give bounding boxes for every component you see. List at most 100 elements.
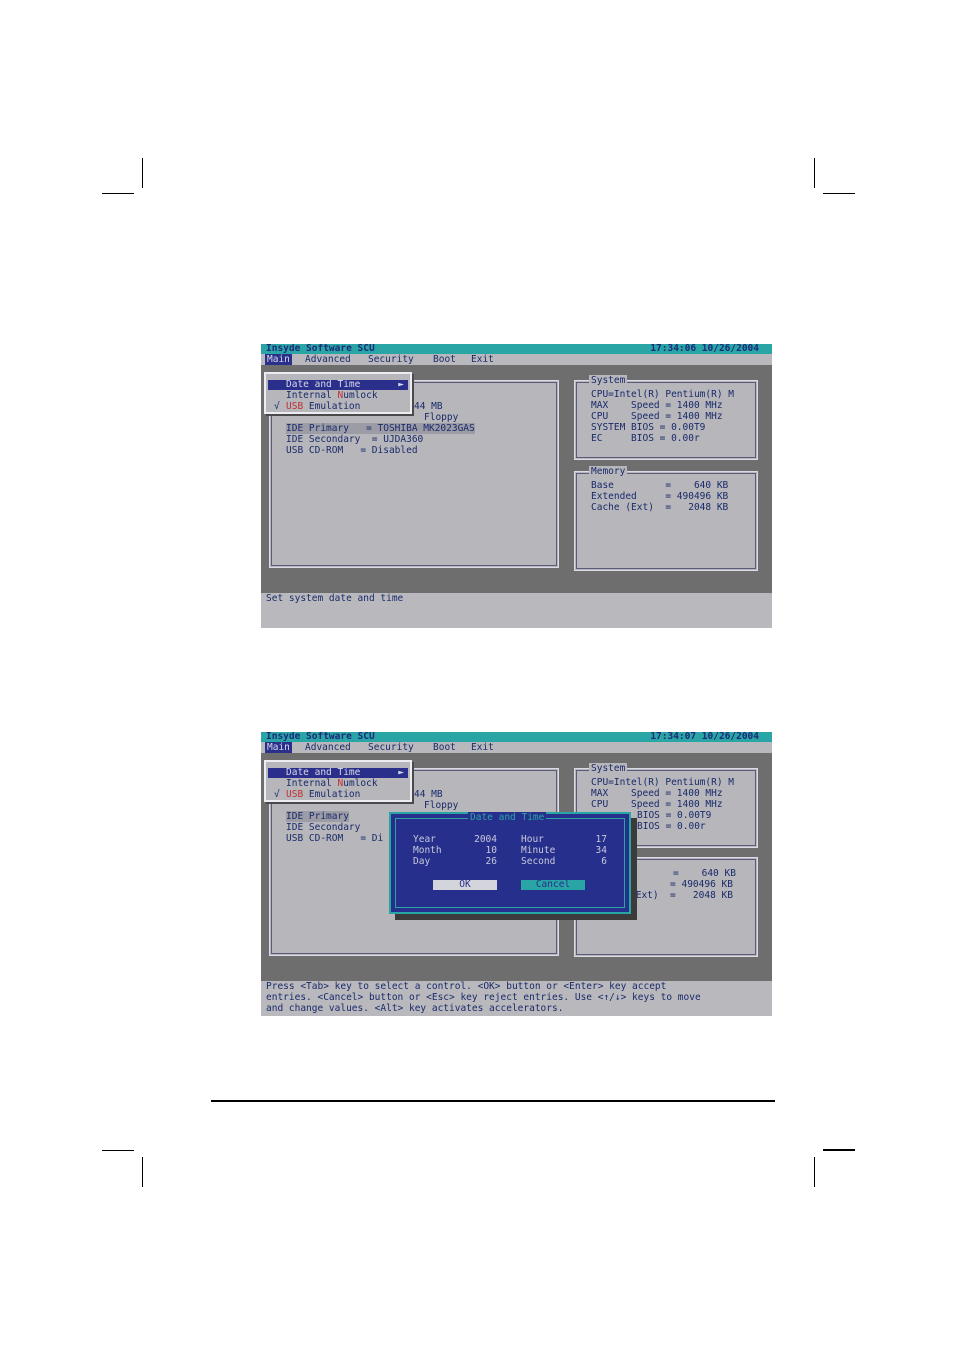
crop-mark: [142, 1157, 143, 1187]
system-info-row: CPU=Intel(R) Pentium(R) M: [591, 777, 734, 788]
menu-item-label: umlock: [343, 390, 378, 401]
menu-item-usb-emulation[interactable]: USB Emulation: [286, 789, 360, 800]
crop-mark: [823, 1149, 855, 1151]
menu-item-label: Date and Time: [286, 767, 361, 778]
menu-exit[interactable]: Exit: [471, 354, 494, 365]
ide-secondary-row[interactable]: IDE Secondary: [286, 822, 360, 833]
title-bar: Insyde Software SCU 17:34:06 10/26/2004: [261, 344, 772, 354]
floppy-text: Floppy: [424, 800, 459, 811]
checkmark-icon: √: [274, 789, 280, 800]
day-label: Day: [413, 856, 431, 867]
menu-item-date-and-time[interactable]: Date and Time: [286, 379, 360, 390]
menu-boot[interactable]: Boot: [433, 354, 456, 365]
menu-main[interactable]: Main: [265, 742, 292, 753]
menu-item-label: Internal: [286, 390, 338, 401]
status-line: and change values. <Alt> key activates a…: [266, 1003, 564, 1014]
memory-info-row: d = 490496 KB: [630, 879, 733, 890]
checkmark-icon: √: [274, 401, 280, 412]
usb-cdrom-row[interactable]: USB CD-ROM = Di: [286, 833, 383, 844]
hour-field[interactable]: 17: [587, 834, 607, 845]
menu-main[interactable]: Main: [265, 354, 292, 365]
status-line: Press <Tab> key to select a control. <OK…: [266, 981, 667, 992]
menu-item-internal-numlock[interactable]: Internal Numlock: [286, 390, 378, 401]
ok-button[interactable]: OK: [433, 880, 497, 890]
status-bar: Set system date and time: [261, 593, 772, 628]
clock: 17:34:07 10/26/2004: [650, 732, 759, 742]
crop-mark: [823, 193, 855, 194]
submenu-arrow-icon: ►: [398, 379, 404, 390]
status-line: entries. <Cancel> button or <Esc> key re…: [266, 992, 701, 1003]
system-info-row: MAX Speed = 1400 MHz: [591, 788, 723, 799]
main-dropdown-menu: Date and Time ► Internal Numlock √ USB E…: [264, 372, 412, 414]
status-bar: Press <Tab> key to select a control. <OK…: [261, 981, 772, 1016]
floppy-text: Floppy: [424, 412, 459, 423]
menu-item-usb-emulation[interactable]: USB Emulation: [286, 401, 360, 412]
minute-label: Minute: [521, 845, 556, 856]
system-info-row: EC BIOS = 0.00r: [591, 433, 700, 444]
menu-bar: Main Advanced Security Boot Exit: [261, 354, 772, 365]
memory-info-row: (Ext) = 2048 KB: [630, 890, 733, 901]
second-label: Second: [521, 856, 556, 867]
page-rule: [211, 1100, 775, 1102]
year-label: Year: [413, 834, 436, 845]
menu-item-accelerator: USB: [286, 401, 304, 412]
ide-secondary-row[interactable]: IDE Secondary = UJDA360: [286, 434, 423, 445]
month-field[interactable]: 10: [471, 845, 497, 856]
crop-mark: [142, 158, 143, 188]
system-info-row: SYSTEM BIOS = 0.00T9: [591, 422, 706, 433]
menu-item-date-and-time[interactable]: Date and Time: [286, 767, 360, 778]
app-title: Insyde Software SCU: [266, 732, 375, 742]
dialog-title: Date and Time: [468, 812, 547, 823]
menu-item-label: Emulation: [303, 789, 361, 800]
second-field[interactable]: 6: [587, 856, 607, 867]
app-title: Insyde Software SCU: [266, 344, 375, 354]
bios-screenshot-1: Insyde Software SCU 17:34:06 10/26/2004 …: [261, 344, 772, 628]
minute-field[interactable]: 34: [587, 845, 607, 856]
ide-primary-row[interactable]: IDE Primary = TOSHIBA MK2023GAS: [286, 423, 475, 434]
menu-security[interactable]: Security: [368, 742, 414, 753]
menu-bar: Main Advanced Security Boot Exit: [261, 742, 772, 753]
system-info-row: CPU Speed = 1400 MHz: [591, 799, 723, 810]
status-line: Set system date and time: [266, 593, 404, 604]
system-info-row: BIOS = 0.00r: [637, 821, 706, 832]
crop-mark: [814, 158, 815, 188]
menu-item-internal-numlock[interactable]: Internal Numlock: [286, 778, 378, 789]
memory-info-row: = 640 KB: [673, 868, 736, 879]
menu-advanced[interactable]: Advanced: [305, 742, 351, 753]
menu-advanced[interactable]: Advanced: [305, 354, 351, 365]
clock: 17:34:06 10/26/2004: [650, 344, 759, 354]
hour-label: Hour: [521, 834, 544, 845]
bios-screenshot-2: Insyde Software SCU 17:34:07 10/26/2004 …: [261, 732, 772, 1016]
ide-primary-row[interactable]: IDE Primary: [286, 811, 349, 822]
menu-item-label: Emulation: [303, 401, 361, 412]
memory-panel-title: Memory: [589, 466, 628, 477]
memory-size-text: 44 MB: [414, 789, 443, 800]
crop-mark: [102, 1150, 134, 1151]
menu-security[interactable]: Security: [368, 354, 414, 365]
usb-cdrom-row[interactable]: USB CD-ROM = Disabled: [286, 445, 418, 456]
crop-mark: [102, 193, 134, 194]
cancel-button[interactable]: Cancel: [521, 880, 585, 890]
system-panel-title: System: [589, 763, 628, 774]
menu-item-accelerator: USB: [286, 789, 304, 800]
menu-exit[interactable]: Exit: [471, 742, 494, 753]
menu-item-label: Date and Time: [286, 379, 361, 390]
memory-panel: Memory Base = 640 KB Extended = 490496 K…: [574, 466, 758, 571]
system-info-row: CPU Speed = 1400 MHz: [591, 411, 723, 422]
date-time-dialog: Date and Time Year 2004 Month 10 Day 26 …: [389, 812, 631, 914]
menu-item-label: Internal: [286, 778, 338, 789]
system-info-row: MAX Speed = 1400 MHz: [591, 400, 723, 411]
memory-info-row: Extended = 490496 KB: [591, 491, 729, 502]
system-panel-title: System: [589, 375, 628, 386]
menu-boot[interactable]: Boot: [433, 742, 456, 753]
year-field[interactable]: 2004: [471, 834, 497, 845]
system-panel: System CPU=Intel(R) Pentium(R) M MAX Spe…: [574, 375, 758, 460]
title-bar: Insyde Software SCU 17:34:07 10/26/2004: [261, 732, 772, 742]
memory-info-row: Base = 640 KB: [591, 480, 729, 491]
day-field[interactable]: 26: [471, 856, 497, 867]
submenu-arrow-icon: ►: [398, 767, 404, 778]
system-info-row: CPU=Intel(R) Pentium(R) M: [591, 389, 734, 400]
memory-size-text: 44 MB: [414, 401, 443, 412]
memory-info-row: Cache (Ext) = 2048 KB: [591, 502, 729, 513]
month-label: Month: [413, 845, 442, 856]
